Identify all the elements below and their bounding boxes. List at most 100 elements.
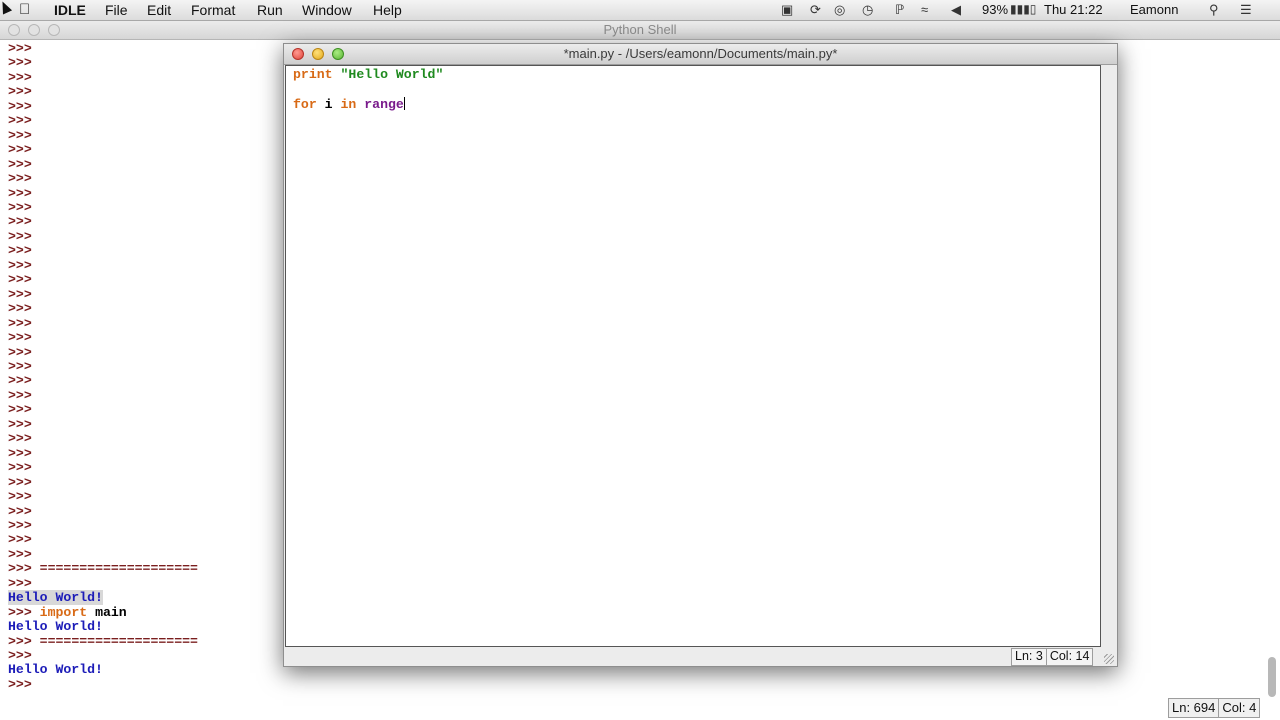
shell-prompt: >>> [8,358,32,374]
time-machine-icon[interactable]: ◷ [862,2,873,18]
shell-prompt: >>> [8,344,32,360]
menu-bar:  IDLE File Edit Format Run Window Help … [0,0,1280,21]
shell-line: >>> [8,546,308,562]
restart-separator: ==================== [39,633,198,649]
battery-percent: 93% [982,2,1009,17]
keyword-for: for [293,96,317,112]
bluetooth-icon[interactable]: ℙ [895,2,904,18]
shell-line: >>> [8,185,308,201]
shell-line: >>> ==================== [8,633,308,649]
shell-output[interactable]: >>> >>> >>> >>> >>> >>> >>> >>> >>> >>> >>> >>> >>> >… [8,42,308,702]
shell-title-bar: Python Shell [0,21,1280,40]
shell-line: >>> [8,215,308,229]
shell-line: >>> [8,273,308,287]
shell-line: >>> [8,474,308,490]
shell-prompt: >>> [8,416,32,432]
notification-center-icon[interactable]: ☰ [1240,2,1252,18]
app-menu-idle[interactable]: IDLE [54,2,86,18]
shell-prompt: >>> [8,474,32,490]
shell-line-number: Ln: 694 [1169,699,1220,717]
shell-line: >>> [8,171,308,187]
shell-prompt: >>> [8,532,32,548]
shell-line: >>> [8,244,308,258]
shell-prompt: >>> [8,604,32,620]
editor-code[interactable]: print "Hello World" for i in range [293,67,443,112]
shell-prompt: >>> [8,156,32,172]
shell-prompt: >>> [8,503,32,519]
shell-prompt: >>> [8,561,32,577]
shell-prompt: >>> [8,113,32,129]
shell-line: >>> [8,517,308,533]
shell-prompt: >>> [8,301,32,317]
code-line-3: for i in range [293,96,443,112]
keyword-print: print [293,67,333,82]
menu-file[interactable]: File [105,2,128,18]
shell-prompt: >>> [8,55,32,71]
menu-format[interactable]: Format [191,2,235,18]
volume-icon[interactable]: ◀ [951,2,961,18]
shell-line: Hello World! [8,619,308,635]
shell-prompt: >>> [8,489,32,505]
shell-prompt: >>> [8,185,32,201]
wifi-icon[interactable]: ≈ [921,2,928,17]
shell-prompt: >>> [8,431,32,447]
clock[interactable]: Thu 21:22 [1044,2,1103,17]
shell-scrollbar[interactable] [1268,657,1276,697]
menu-edit[interactable]: Edit [147,2,171,18]
shell-line: >>> [8,156,308,172]
shell-prompt: >>> [8,315,32,331]
shell-line: >>> [8,56,308,70]
battery-icon[interactable]: ▮▮▮▯ [1010,2,1036,16]
module-name: main [87,604,127,620]
shell-prompt: >>> [8,199,32,215]
shell-line: >>> [8,358,308,374]
apple-menu-icon[interactable]:  [19,1,30,18]
shell-prompt: >>> [8,272,32,288]
shell-line: >>> [8,228,308,244]
shell-line: >>> [8,301,308,317]
menu-window[interactable]: Window [302,2,352,18]
shell-output-line: Hello World! [8,662,103,678]
shell-line: >>> [8,374,308,388]
selected-output-line: Hello World! [8,590,308,606]
shell-line: >>> [8,69,308,85]
shell-prompt: >>> [8,546,32,562]
shell-prompt: >>> [8,517,32,533]
editor-text-area[interactable]: print "Hello World" for i in range [285,65,1101,647]
shell-line: >>> [8,114,308,128]
chat-icon[interactable]: ◎ [834,2,845,18]
editor-title-bar[interactable]: *main.py - /Users/eamonn/Documents/main.… [284,44,1117,65]
loop-variable: i [316,96,341,112]
spotlight-search-icon[interactable]: ⚲ [1209,2,1219,18]
editor-status-bar: Ln: 3 Col: 14 [1011,648,1094,666]
shell-prompt: >>> [8,214,32,230]
shell-prompt: >>> [8,98,32,114]
shell-line: >>> [8,403,308,417]
shell-prompt: >>> [8,228,32,244]
shell-prompt: >>> [8,633,32,649]
restart-separator: ==================== [39,561,198,577]
shell-line: >>> [8,446,308,461]
user-menu[interactable]: Eamonn [1130,2,1178,17]
shell-prompt: >>> [8,387,32,403]
menu-help[interactable]: Help [373,2,402,18]
shell-line: >>> [8,330,308,345]
sync-icon[interactable]: ⟳ [810,2,821,18]
video-camera-icon[interactable]: ▣ [781,2,793,18]
shell-prompt: >>> [8,84,32,100]
resize-grip-icon[interactable] [1104,654,1114,664]
editor-line-number: Ln: 3 [1012,649,1047,665]
shell-prompt: >>> [8,243,32,259]
menu-run[interactable]: Run [257,2,283,18]
shell-line: >>> [8,416,308,432]
shell-prompt: >>> [8,460,32,476]
shell-output-line: Hello World! [8,619,103,635]
shell-column-number: Col: 4 [1222,700,1257,715]
shell-prompt: >>> [8,69,32,85]
builtin-range: range [364,96,404,112]
shell-prompt: >>> [8,676,32,692]
text-caret [403,96,405,110]
shell-prompt: >>> [8,171,32,187]
shell-prompt: >>> [8,402,32,418]
